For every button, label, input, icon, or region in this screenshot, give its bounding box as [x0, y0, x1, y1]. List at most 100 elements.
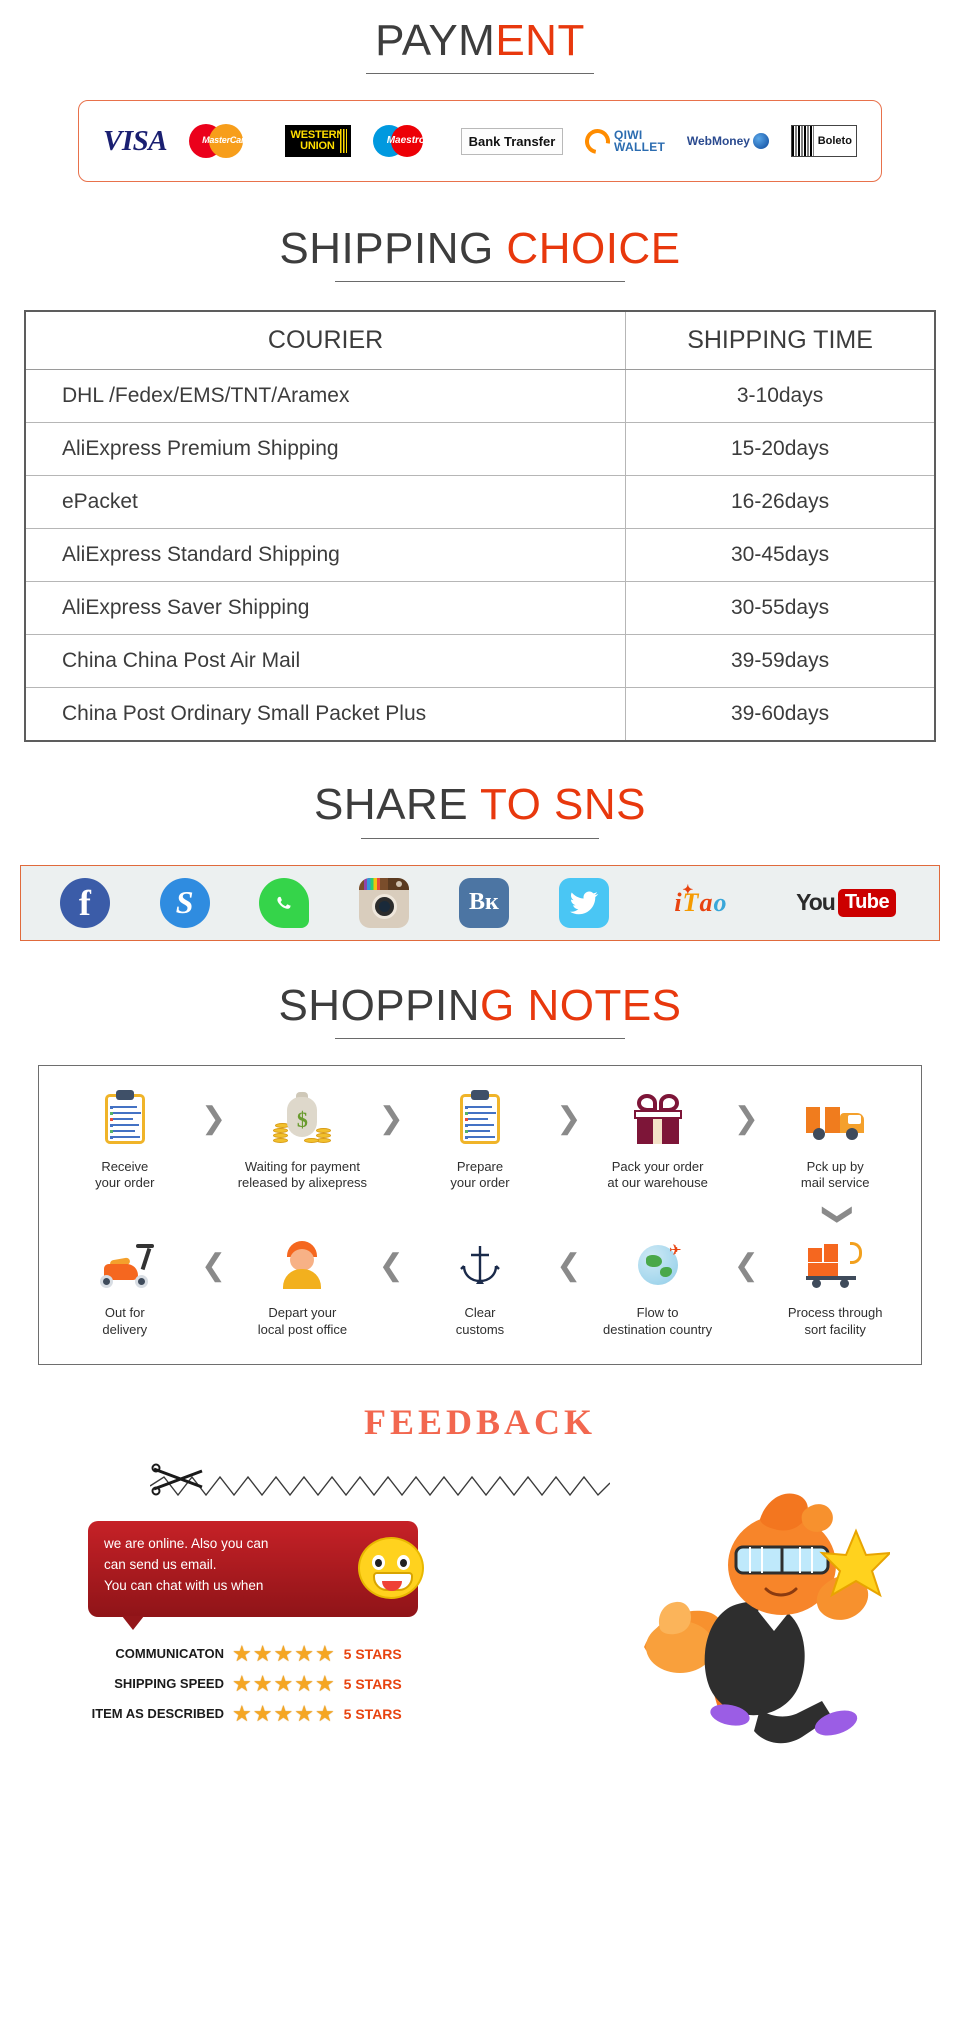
rating-row: COMMUNICATON ★ ★ ★ ★ ★ 5 STARS	[80, 1639, 470, 1669]
social-link-twitter[interactable]	[558, 877, 610, 929]
flow-label-line2: at our warehouse	[607, 1175, 708, 1190]
flow-step-label: Out for delivery	[53, 1305, 197, 1338]
flow-step-flow-destination: ✈ Flow to destination country	[586, 1234, 730, 1338]
star-icon: ★	[273, 1700, 294, 1726]
rating-stars: ★ ★ ★ ★ ★	[232, 1700, 335, 1726]
orange-mascot-illustration	[644, 1493, 890, 1743]
feedback-section-heading: FEEDBACK	[0, 1401, 960, 1443]
flow-row-forward: Receive your order ❯ $ Waiting for payme…	[53, 1088, 907, 1192]
star-icon: ★	[273, 1670, 294, 1696]
star-icon: ★	[252, 1670, 273, 1696]
payment-method-webmoney: WebMoney	[687, 133, 769, 150]
flow-step-label: Process through sort facility	[763, 1305, 907, 1338]
social-link-skype[interactable]: S	[159, 877, 211, 929]
rating-label: SHIPPING SPEED	[114, 1676, 224, 1692]
flow-step-sort-facility: Process through sort facility	[763, 1234, 907, 1338]
rating-value: 5 STARS	[343, 1675, 402, 1692]
shipping-time: 39-60days	[625, 687, 936, 742]
flow-step-depart-post-office: Depart your local post office	[231, 1234, 375, 1338]
star-icon: ★	[252, 1700, 273, 1726]
sns-heading-red: TO SNS	[468, 780, 647, 830]
star-icon: ★	[294, 1670, 314, 1696]
column-header-shipping-time: SHIPPING TIME	[625, 310, 936, 371]
flow-label-line2: destination country	[603, 1321, 713, 1337]
instagram-icon	[359, 877, 410, 928]
chevron-right-icon: ❯	[201, 1102, 227, 1136]
sns-section-heading: SHARE TO SNS	[0, 780, 960, 839]
flow-step-label: Flow to destination country	[586, 1305, 730, 1338]
shipping-table-wrapper: COURIER SHIPPING TIME DHL /Fedex/EMS/TNT…	[24, 310, 936, 743]
social-link-youtube[interactable]: You Tube	[791, 877, 901, 929]
product-description-page: PAYMENT VISA MasterCard WESTERN UNION Ma…	[0, 0, 960, 1749]
money-bag-icon: $	[231, 1088, 375, 1150]
sorting-cart-icon	[763, 1234, 907, 1296]
table-row: China Post Ordinary Small Packet Plus 39…	[24, 687, 936, 742]
qiwi-logo: QIWI WALLET	[580, 123, 665, 159]
column-header-courier: COURIER	[24, 310, 627, 371]
whatsapp-icon	[259, 877, 310, 928]
chevron-left-icon: ❮	[378, 1248, 404, 1282]
courier-name: DHL /Fedex/EMS/TNT/Aramex	[24, 369, 627, 424]
western-union-line2: UNION	[300, 140, 335, 153]
webmoney-globe-icon	[752, 133, 769, 150]
western-union-logo: WESTERN UNION	[284, 125, 352, 158]
customer-service-chat-bubble: we are online. Also you can can send us …	[88, 1520, 424, 1630]
flow-row-backward: Out for delivery ❮ Depart your local pos…	[53, 1234, 907, 1338]
vk-icon: Вк	[458, 877, 509, 928]
flow-label-line1: Clear	[464, 1305, 496, 1321]
anchor-icon	[408, 1234, 552, 1296]
rating-label: ITEM AS DESCRIBED	[91, 1706, 224, 1722]
shipping-time: 3-10days	[625, 369, 936, 424]
rating-stars: ★ ★ ★ ★ ★	[232, 1640, 335, 1666]
social-network-band: f S Вк ✦ i Ta o You Tube	[20, 864, 940, 941]
globe-airplane-icon: ✈	[586, 1234, 730, 1296]
payment-method-mastercard: MasterCard	[188, 124, 263, 159]
clipboard-icon	[408, 1088, 552, 1150]
flow-label-line1: Flow to	[636, 1305, 679, 1321]
social-link-facebook[interactable]: f	[59, 877, 111, 929]
delivery-truck-icon	[763, 1088, 907, 1150]
star-icon: ★	[273, 1640, 294, 1666]
star-icon: ★	[314, 1640, 335, 1666]
chevron-right-icon: ❯	[556, 1102, 582, 1136]
twitter-icon	[558, 877, 609, 928]
webmoney-logo: WebMoney	[687, 133, 769, 150]
flow-step-label: Receive your order	[53, 1159, 197, 1192]
rating-row: ITEM AS DESCRIBED ★ ★ ★ ★ ★ 5 STARS	[80, 1699, 470, 1729]
notes-section-heading: SHOPPING NOTES	[0, 982, 960, 1039]
flow-step-label: Clear customs	[408, 1305, 552, 1338]
flow-label-line2: customs	[455, 1321, 505, 1337]
flow-label-line2: local post office	[257, 1321, 348, 1337]
social-link-itao[interactable]: ✦ i Ta o	[657, 877, 743, 929]
social-link-vk[interactable]: Вк	[458, 877, 510, 929]
table-row: DHL /Fedex/EMS/TNT/Aramex 3-10days	[24, 369, 936, 424]
postal-worker-icon	[231, 1234, 375, 1296]
rating-row: SHIPPING SPEED ★ ★ ★ ★ ★ 5 STARS	[80, 1669, 470, 1699]
chevron-left-icon: ❮	[733, 1248, 759, 1282]
star-icon: ★	[232, 1700, 252, 1726]
table-row: AliExpress Saver Shipping 30-55days	[24, 581, 936, 636]
courier-name: ePacket	[24, 475, 627, 530]
maestro-label: Maestro	[386, 135, 426, 147]
star-icon: ★	[314, 1670, 335, 1696]
flow-label-line2: sort facility	[804, 1321, 866, 1337]
chevron-down-glyph: ❯	[821, 1202, 855, 1228]
flow-label-line1: Out for	[104, 1305, 145, 1321]
star-icon: ★	[232, 1640, 252, 1666]
shopping-notes-flow: Receive your order ❯ $ Waiting for payme…	[38, 1064, 922, 1365]
shipping-time: 16-26days	[625, 475, 936, 530]
flow-step-receive-order: Receive your order	[53, 1088, 197, 1192]
flow-step-pickup-mail: Pck up by mail service	[763, 1088, 907, 1192]
skype-icon: S	[159, 877, 210, 928]
star-icon: ★	[252, 1640, 273, 1666]
social-link-whatsapp[interactable]	[258, 877, 310, 929]
sns-heading-rule	[361, 837, 599, 839]
flow-label-line2: your order	[95, 1175, 155, 1190]
maestro-logo: Maestro	[372, 125, 439, 158]
flow-step-out-for-delivery: Out for delivery	[53, 1234, 197, 1338]
social-link-instagram[interactable]	[358, 877, 410, 929]
mastercard-label: MasterCard	[202, 135, 250, 146]
shipping-table: COURIER SHIPPING TIME DHL /Fedex/EMS/TNT…	[24, 310, 936, 743]
shipping-heading-red: CHOICE	[493, 224, 681, 274]
boleto-logo: Boleto	[790, 125, 857, 158]
